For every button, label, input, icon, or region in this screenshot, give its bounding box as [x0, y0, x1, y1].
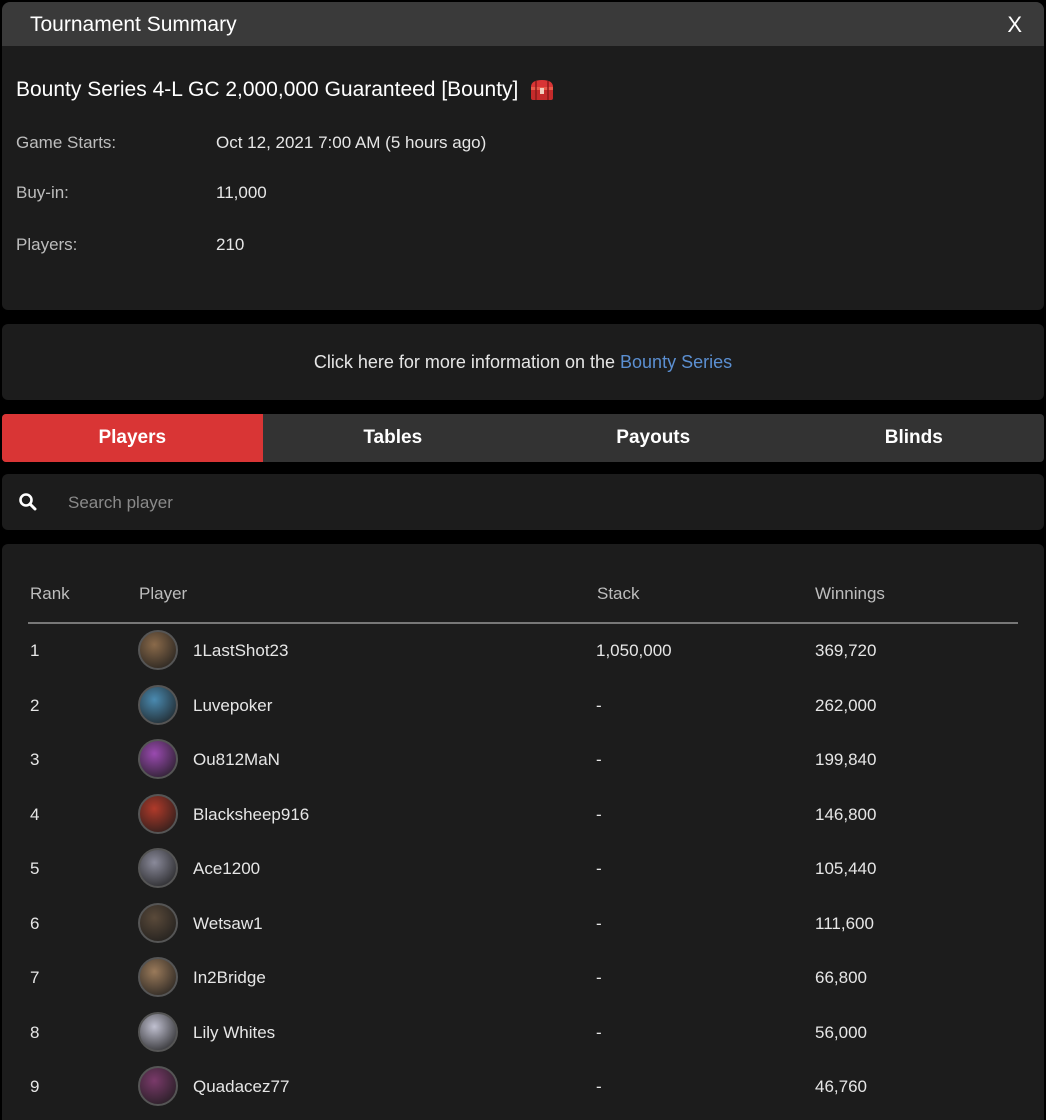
winnings-cell: 66,800	[815, 968, 867, 987]
player-name[interactable]: Luvepoker	[193, 696, 272, 716]
player-name[interactable]: Ace1200	[193, 859, 260, 879]
winnings-cell: 105,440	[815, 859, 877, 878]
search-bar	[2, 474, 1044, 530]
buyin-value: 11,000	[216, 183, 267, 202]
stack-cell: -	[596, 804, 602, 824]
search-icon	[19, 493, 37, 511]
avatar	[138, 1066, 178, 1106]
rank-cell: 4	[30, 804, 40, 824]
winnings-cell: 111,600	[815, 913, 874, 933]
rank-cell: 6	[30, 913, 40, 933]
stack-cell: -	[596, 859, 602, 878]
window-title: Tournament Summary	[30, 13, 237, 36]
rank-cell: 2	[30, 695, 40, 715]
stack-cell: -	[596, 1077, 602, 1096]
header-rank[interactable]: Rank	[30, 584, 70, 604]
stack-cell: -	[596, 750, 602, 769]
treasure-chest-icon	[531, 80, 554, 100]
tournament-name-row: Bounty Series 4-L GC 2,000,000 Guarantee…	[16, 78, 556, 102]
rank-cell: 9	[30, 1077, 40, 1096]
table-row[interactable]: 6 Wetsaw1 - 111,600	[28, 897, 1018, 952]
avatar	[138, 684, 178, 725]
window-titlebar: Tournament Summary X	[2, 2, 1044, 46]
game-starts-label: Game Starts:	[16, 133, 117, 152]
tournament-info-panel: Bounty Series 4-L GC 2,000,000 Guarantee…	[2, 46, 1044, 310]
players-label: Players:	[16, 235, 78, 254]
avatar	[138, 957, 178, 997]
avatar	[138, 1011, 178, 1052]
player-name[interactable]: Ou812MaN	[193, 750, 280, 770]
stack-cell: -	[596, 695, 602, 715]
winnings-cell: 146,800	[815, 804, 877, 824]
table-row[interactable]: 7 In2Bridge - 66,800	[28, 951, 1018, 1006]
table-header: Rank Player Stack Winnings	[28, 584, 1018, 624]
winnings-cell: 369,720	[815, 641, 877, 660]
winnings-cell: 262,000	[815, 695, 877, 715]
tab-tables[interactable]: Tables	[263, 414, 524, 462]
avatar	[138, 793, 178, 834]
player-name[interactable]: Lily Whites	[193, 1023, 275, 1043]
tab-bar: Players Tables Payouts Blinds	[2, 414, 1044, 462]
stack-cell: -	[596, 1022, 602, 1042]
table-row[interactable]: 9 Quadacez77 - 46,760	[28, 1060, 1018, 1115]
tab-blinds[interactable]: Blinds	[784, 414, 1045, 462]
table-body: 1 1LastShot23 1,050,000 369,720 2 Luvepo…	[28, 624, 1018, 1115]
players-value: 210	[216, 235, 245, 254]
rank-cell: 3	[30, 750, 40, 769]
avatar	[138, 739, 178, 779]
game-starts-value: Oct 12, 2021 7:00 AM (5 hours ago)	[216, 133, 487, 152]
header-stack[interactable]: Stack	[597, 584, 640, 604]
table-row[interactable]: 3 Ou812MaN - 199,840	[28, 733, 1018, 788]
winnings-cell: 199,840	[815, 750, 877, 769]
tournament-name: Bounty Series 4-L GC 2,000,000 Guarantee…	[16, 78, 519, 101]
player-name[interactable]: Blacksheep916	[193, 805, 309, 825]
close-button[interactable]: X	[1007, 12, 1022, 38]
tab-players[interactable]: Players	[2, 414, 263, 462]
stack-cell: -	[596, 968, 602, 987]
rank-cell: 1	[30, 641, 40, 660]
info-link-panel: Click here for more information on the B…	[2, 324, 1044, 400]
table-row[interactable]: 8 Lily Whites - 56,000	[28, 1006, 1018, 1061]
avatar	[138, 848, 178, 888]
header-winnings[interactable]: Winnings	[815, 584, 885, 604]
header-player[interactable]: Player	[139, 584, 187, 604]
bounty-series-link[interactable]: Bounty Series	[620, 352, 732, 373]
avatar	[138, 902, 178, 943]
winnings-cell: 46,760	[815, 1077, 867, 1096]
stack-cell: -	[596, 913, 602, 933]
winnings-cell: 56,000	[815, 1022, 867, 1042]
rank-cell: 8	[30, 1022, 40, 1042]
rank-cell: 7	[30, 968, 40, 987]
avatar	[138, 630, 178, 670]
player-name[interactable]: In2Bridge	[193, 968, 266, 988]
info-link-text: Click here for more information on the	[313, 351, 616, 372]
players-table: Rank Player Stack Winnings 1 1LastShot23…	[2, 544, 1044, 1120]
tab-payouts[interactable]: Payouts	[523, 414, 784, 462]
table-row[interactable]: 4 Blacksheep916 - 146,800	[28, 788, 1018, 843]
rank-cell: 5	[30, 859, 40, 878]
player-name[interactable]: Wetsaw1	[193, 914, 263, 934]
table-row[interactable]: 5 Ace1200 - 105,440	[28, 842, 1018, 897]
buyin-label: Buy-in:	[16, 183, 69, 202]
search-input[interactable]	[66, 486, 970, 520]
table-row[interactable]: 2 Luvepoker - 262,000	[28, 679, 1018, 734]
table-row[interactable]: 1 1LastShot23 1,050,000 369,720	[28, 624, 1018, 679]
player-name[interactable]: Quadacez77	[193, 1077, 289, 1097]
player-name[interactable]: 1LastShot23	[193, 641, 288, 661]
stack-cell: 1,050,000	[596, 641, 672, 660]
